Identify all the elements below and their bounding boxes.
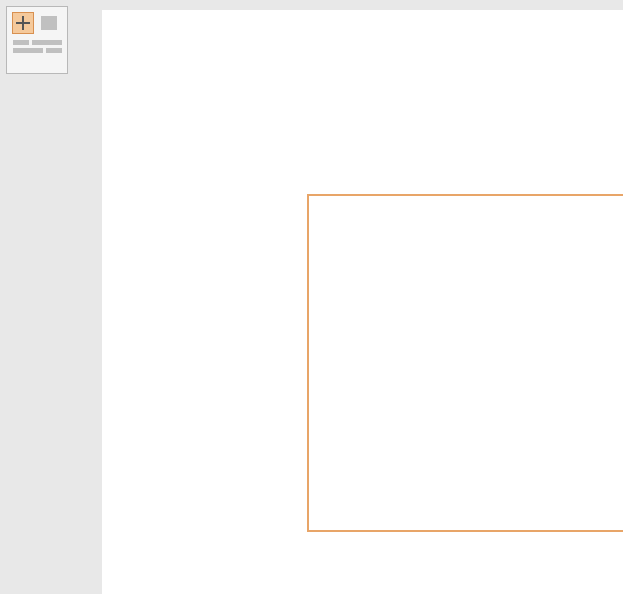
canvas-area[interactable] <box>102 10 623 594</box>
tool-panel <box>6 6 68 74</box>
layout-tool-button[interactable] <box>12 40 62 53</box>
layout-icon <box>13 40 62 53</box>
square-icon <box>41 16 57 30</box>
tool-row-1 <box>12 12 62 34</box>
add-tool-button[interactable] <box>12 12 34 34</box>
square-tool-button[interactable] <box>38 12 60 34</box>
plus-icon <box>16 16 30 30</box>
selection-rectangle[interactable] <box>307 194 623 532</box>
